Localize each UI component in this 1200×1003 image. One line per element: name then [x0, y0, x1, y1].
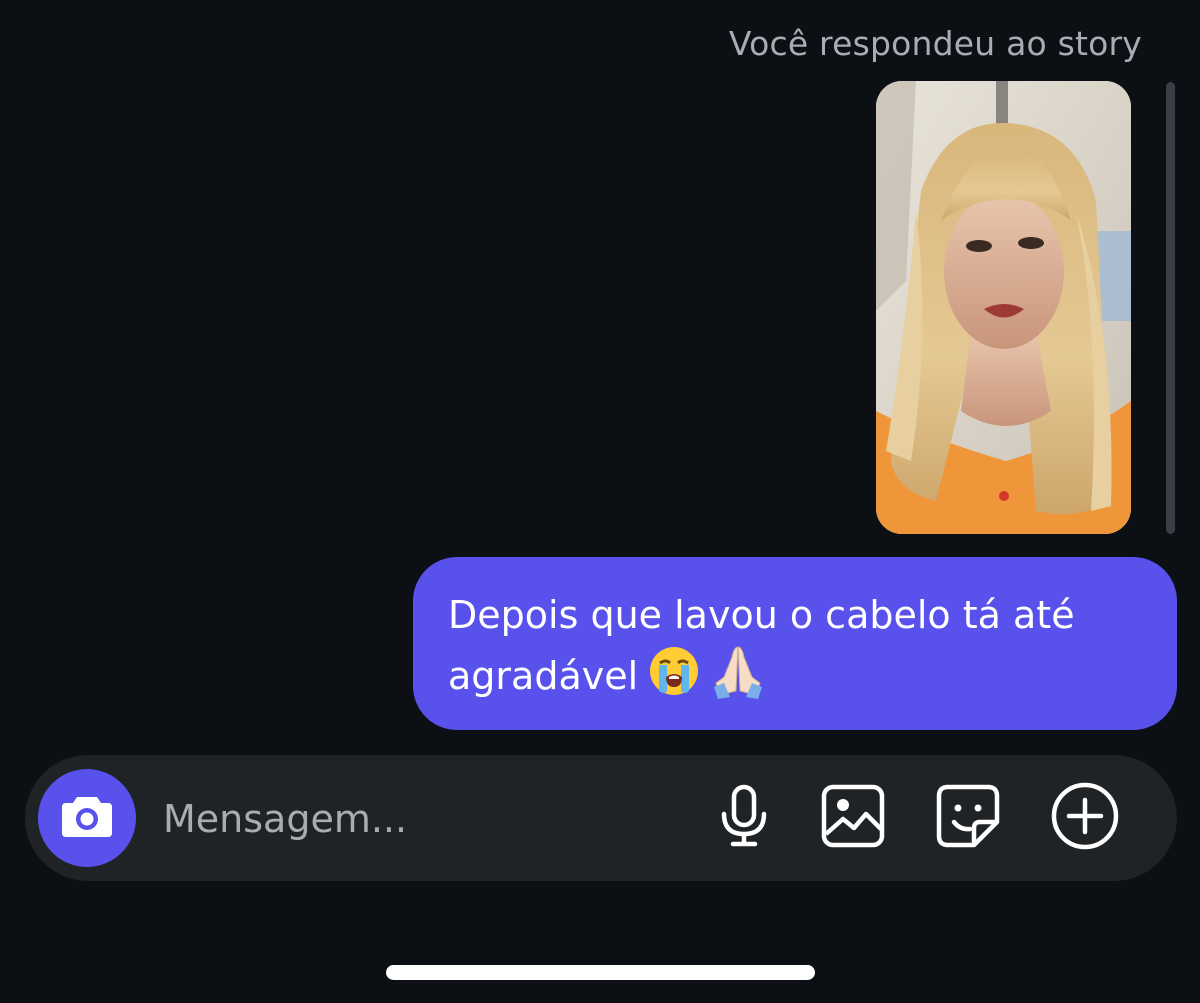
camera-button[interactable]	[38, 769, 136, 867]
sticker-icon	[936, 784, 1000, 852]
gallery-button[interactable]	[818, 783, 888, 853]
message-input[interactable]	[163, 789, 683, 849]
microphone-button[interactable]	[709, 783, 779, 853]
message-composer	[25, 755, 1177, 881]
message-text-line-2: agradável	[448, 643, 1147, 714]
loudly-crying-face-icon	[648, 645, 700, 712]
image-icon	[821, 784, 885, 852]
story-photo-image	[876, 81, 1131, 534]
microphone-icon	[717, 784, 771, 852]
scrollbar[interactable]	[1166, 82, 1175, 534]
home-indicator[interactable]	[386, 965, 815, 980]
dm-thread-screen: Você respondeu ao story Depois que lavou…	[0, 0, 1200, 1003]
sticker-button[interactable]	[933, 783, 1003, 853]
plus-circle-icon	[1051, 782, 1119, 854]
message-text-line-1: Depois que lavou o cabelo tá até	[448, 593, 1075, 637]
folded-hands-icon	[710, 643, 766, 714]
story-thumbnail[interactable]	[876, 81, 1131, 534]
sent-message-bubble[interactable]: Depois que lavou o cabelo tá até agradáv…	[413, 557, 1177, 730]
more-options-button[interactable]	[1050, 782, 1120, 854]
camera-icon	[60, 793, 114, 843]
story-reply-label: Você respondeu ao story	[728, 24, 1142, 63]
message-text-word: agradável	[448, 654, 639, 698]
